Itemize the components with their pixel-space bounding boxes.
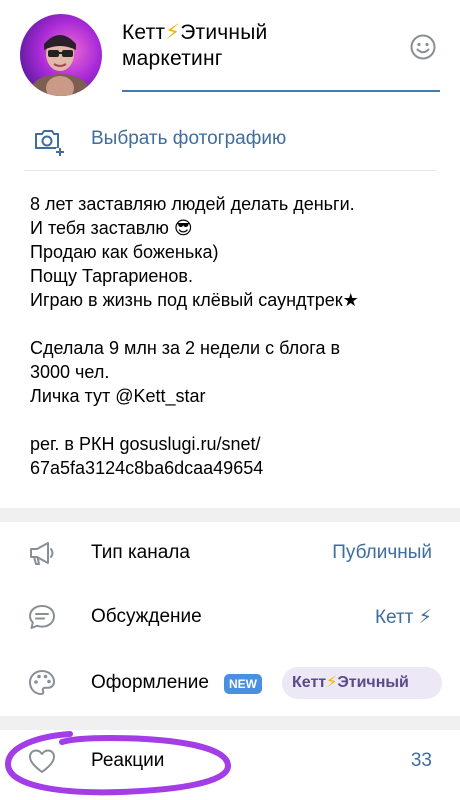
description-line: Продаю как боженька)	[30, 242, 219, 262]
channel-type-label: Тип канала	[91, 542, 190, 563]
megaphone-icon	[26, 537, 58, 569]
theme-name-part: Этичный	[337, 674, 409, 691]
appearance-row[interactable]: Оформление NEW Кетт⚡Этичный	[0, 650, 460, 716]
channel-header: Кетт⚡Этичный маркетинг	[0, 0, 460, 112]
description-line: рег. в РКН gosuslugi.ru/snet/	[30, 434, 261, 454]
description-line	[30, 312, 440, 336]
channel-type-value: Публичный	[332, 542, 432, 563]
heart-icon	[26, 745, 58, 777]
description-line: 67a5fa3124c8ba6dcaa49654	[30, 458, 264, 478]
description-line: И тебя заставлю 😎	[30, 218, 193, 238]
add-photo-icon	[32, 124, 64, 156]
choose-photo-label: Выбрать фотографию	[91, 128, 287, 149]
description-line: Сделала 9 млн за 2 недели с блога в	[30, 338, 341, 358]
discussion-label: Обсуждение	[91, 606, 202, 627]
channel-description[interactable]: 8 лет заставляю людей делать деньги. И т…	[30, 192, 440, 480]
description-line: 3000 чел.	[30, 362, 110, 382]
reactions-row[interactable]: Реакции 33	[0, 728, 460, 794]
choose-photo-row[interactable]: Выбрать фотографию	[0, 112, 460, 170]
theme-preview-pill[interactable]: Кетт⚡Этичный	[282, 667, 442, 699]
avatar-photo	[30, 35, 90, 96]
channel-title: Кетт⚡Этичный маркетинг	[122, 21, 268, 70]
emoji-button[interactable]	[408, 32, 438, 62]
new-badge: NEW	[224, 674, 262, 694]
smiley-icon	[410, 34, 436, 60]
theme-name-part: Кетт	[292, 674, 327, 691]
chat-bubble-icon	[26, 601, 58, 633]
channel-avatar[interactable]	[20, 14, 102, 96]
reactions-count: 33	[410, 750, 432, 771]
appearance-label: Оформление	[91, 672, 209, 693]
description-line: 8 лет заставляю людей делать деньги.	[30, 194, 355, 214]
reactions-label: Реакции	[91, 750, 165, 771]
description-line: Играю в жизнь под клёвый саундтрек★	[30, 290, 359, 310]
description-line	[30, 408, 440, 432]
discussion-row[interactable]: Обсуждение Кетт ⚡	[0, 584, 460, 650]
palette-icon	[26, 667, 58, 699]
description-line: Пощу Таргариенов.	[30, 266, 193, 286]
discussion-value: Кетт ⚡	[374, 607, 432, 628]
description-line: Личка тут @Kett_star	[30, 386, 206, 406]
channel-type-row[interactable]: Тип канала Публичный	[0, 520, 460, 586]
divider	[24, 170, 436, 171]
channel-title-field[interactable]: Кетт⚡Этичный маркетинг	[122, 20, 440, 92]
lightning-icon: ⚡	[326, 674, 338, 691]
